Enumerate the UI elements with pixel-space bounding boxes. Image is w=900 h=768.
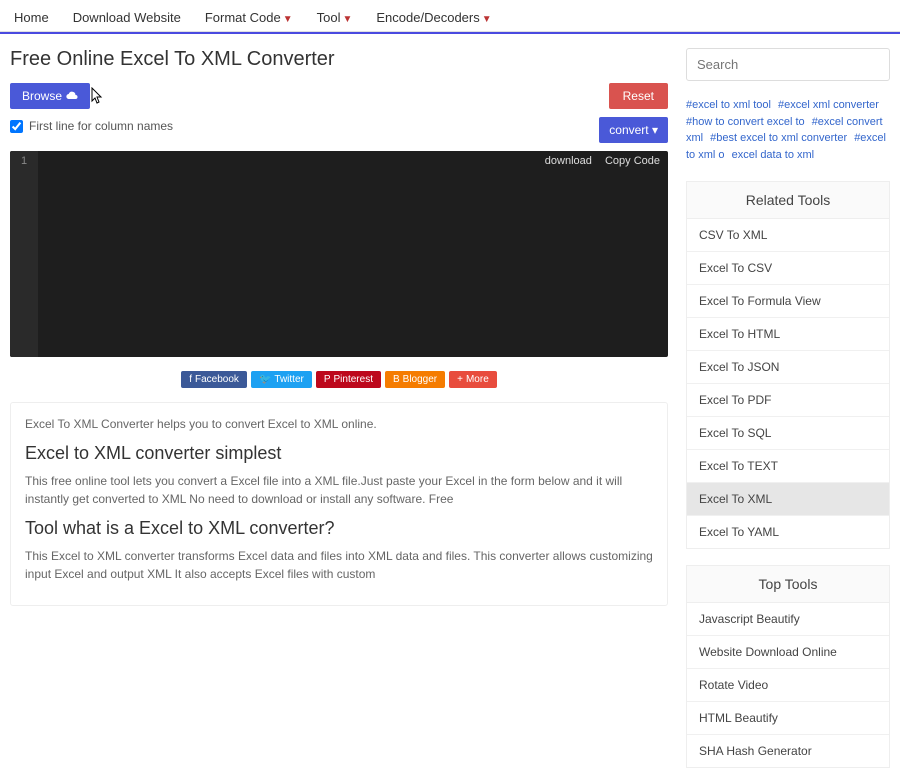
tag-link[interactable]: #excel to xml tool: [686, 99, 771, 111]
search-input[interactable]: [686, 48, 890, 81]
chevron-down-icon: ▼: [342, 14, 352, 25]
top-nav: Home Download Website Format Code▼ Tool▼ Enc…: [0, 4, 900, 32]
nav-format-code[interactable]: Format Code▼: [205, 10, 293, 25]
tag-link[interactable]: #best excel to xml converter: [710, 132, 847, 144]
twitter-icon: 🐦: [259, 374, 271, 385]
top-tool-item[interactable]: HTML Beautify: [687, 702, 889, 735]
article-heading-2: Tool what is a Excel to XML converter?: [25, 518, 653, 539]
first-line-checkbox[interactable]: [10, 120, 23, 133]
code-editor[interactable]: 1 download Copy Code: [10, 151, 668, 357]
chevron-down-icon: ▼: [283, 14, 293, 25]
related-item[interactable]: Excel To HTML: [687, 318, 889, 351]
line-number: 1: [10, 155, 38, 167]
top-tools-title: Top Tools: [686, 565, 890, 602]
top-tool-item[interactable]: Rotate Video: [687, 669, 889, 702]
tag-cloud: #excel to xml tool #excel xml converter …: [686, 97, 890, 163]
related-item[interactable]: Excel To YAML: [687, 516, 889, 548]
article-heading-1: Excel to XML converter simplest: [25, 443, 653, 464]
top-tool-item[interactable]: Website Download Online: [687, 636, 889, 669]
chevron-down-icon: ▼: [482, 14, 492, 25]
nav-tool[interactable]: Tool▼: [317, 10, 353, 25]
top-tool-item[interactable]: SHA Hash Generator: [687, 735, 889, 767]
related-item[interactable]: Excel To CSV: [687, 252, 889, 285]
related-item[interactable]: Excel To JSON: [687, 351, 889, 384]
sidebar: #excel to xml tool #excel xml converter …: [686, 48, 890, 768]
share-blogger[interactable]: BBlogger: [385, 371, 445, 388]
first-line-checkbox-label[interactable]: First line for column names: [10, 119, 173, 133]
related-item[interactable]: Excel To XML: [687, 483, 889, 516]
editor-actions: download Copy Code: [535, 155, 660, 167]
tag-link[interactable]: #how to convert excel to: [686, 116, 805, 128]
article-p1: This free online tool lets you convert a…: [25, 472, 653, 508]
related-tools-title: Related Tools: [686, 181, 890, 218]
copy-code-link[interactable]: Copy Code: [605, 155, 660, 167]
article-card: Excel To XML Converter helps you to conv…: [10, 402, 668, 606]
cloud-upload-icon: [66, 89, 78, 103]
plus-icon: +: [457, 374, 463, 385]
related-item[interactable]: Excel To SQL: [687, 417, 889, 450]
cursor-icon: [92, 90, 104, 102]
related-item[interactable]: CSV To XML: [687, 219, 889, 252]
share-more[interactable]: +More: [449, 371, 497, 388]
tag-link[interactable]: #excel xml converter: [778, 99, 879, 111]
related-item[interactable]: Excel To TEXT: [687, 450, 889, 483]
related-tools-list: CSV To XMLExcel To CSVExcel To Formula V…: [686, 218, 890, 549]
share-pinterest[interactable]: PPinterest: [316, 371, 381, 388]
page-title: Free Online Excel To XML Converter: [10, 48, 668, 71]
browse-label: Browse: [22, 89, 62, 103]
related-item[interactable]: Excel To Formula View: [687, 285, 889, 318]
blogger-icon: B: [393, 374, 400, 385]
tag-link[interactable]: excel data to xml: [732, 149, 815, 161]
nav-encode-decoders[interactable]: Encode/Decoders▼: [376, 10, 491, 25]
share-facebook[interactable]: fFacebook: [181, 371, 247, 388]
editor-gutter: 1: [10, 151, 38, 357]
top-tools-list: Javascript BeautifyWebsite Download Onli…: [686, 602, 890, 768]
related-item[interactable]: Excel To PDF: [687, 384, 889, 417]
browse-button[interactable]: Browse: [10, 83, 90, 109]
article-p2: This Excel to XML converter transforms E…: [25, 547, 653, 583]
first-line-label: First line for column names: [29, 119, 173, 133]
nav-download-website[interactable]: Download Website: [73, 10, 181, 25]
share-twitter[interactable]: 🐦Twitter: [251, 371, 312, 388]
convert-button[interactable]: convert ▾: [599, 117, 668, 143]
facebook-icon: f: [189, 374, 192, 385]
article-intro: Excel To XML Converter helps you to conv…: [25, 415, 653, 433]
top-tool-item[interactable]: Javascript Beautify: [687, 603, 889, 636]
nav-home[interactable]: Home: [14, 10, 49, 25]
download-link[interactable]: download: [545, 155, 592, 167]
toolbar: Browse Reset: [10, 83, 668, 109]
reset-button[interactable]: Reset: [609, 83, 668, 109]
main-column: Free Online Excel To XML Converter Brows…: [10, 48, 668, 768]
pinterest-icon: P: [324, 374, 331, 385]
share-bar: fFacebook 🐦Twitter PPinterest BBlogger +…: [10, 371, 668, 388]
